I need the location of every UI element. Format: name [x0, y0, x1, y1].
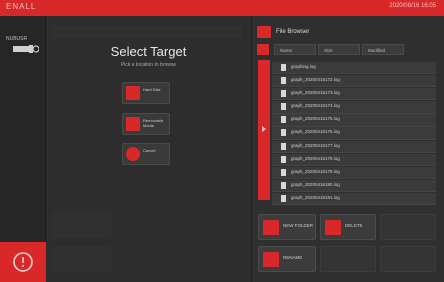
- background-button: [52, 246, 112, 272]
- list-item[interactable]: graph_20200416175.log: [272, 114, 436, 127]
- harddisk-button[interactable]: Hard Disk: [122, 82, 170, 104]
- disabled-button: [320, 246, 376, 272]
- close-icon: [126, 147, 140, 161]
- power-icon: [13, 252, 33, 272]
- file-list: graphing.log graph_20200416172.log graph…: [272, 62, 436, 206]
- new-folder-label: NEW FOLDER: [283, 223, 314, 228]
- disabled-button: [380, 246, 436, 272]
- list-item[interactable]: graph_20200416179.log: [272, 166, 436, 180]
- rename-icon: [263, 252, 279, 267]
- file-icon: [281, 64, 286, 71]
- file-name: graph_20200416181.log: [291, 194, 340, 200]
- list-item[interactable]: graph_20200416180.log: [272, 179, 436, 193]
- list-item[interactable]: graph_20200416174.log: [272, 101, 436, 114]
- list-item[interactable]: graph_20200416181.log: [272, 192, 436, 206]
- file-icon: [281, 168, 286, 176]
- trash-icon: [325, 220, 341, 235]
- tab-modified[interactable]: Modified: [362, 44, 404, 55]
- file-icon: [281, 181, 286, 189]
- file-name: graph_20200416175.log: [291, 116, 340, 122]
- file-name: graph_20200416174.log: [291, 103, 340, 109]
- file-icon: [281, 90, 286, 98]
- delete-label: DELETE: [345, 223, 363, 228]
- tab-size[interactable]: Size: [318, 44, 360, 55]
- file-name: graph_20200416172.log: [291, 77, 340, 83]
- list-item[interactable]: graph_20200416178.log: [272, 153, 436, 166]
- folder-icon: [257, 26, 271, 38]
- disabled-button: [380, 214, 436, 240]
- file-icon: [281, 194, 286, 202]
- file-name: graph_20200416178.log: [291, 155, 340, 161]
- list-item[interactable]: graph_20200416177.log: [272, 140, 436, 153]
- file-icon: [281, 77, 286, 85]
- harddisk-icon: [126, 86, 140, 100]
- list-item[interactable]: graph_20200416172.log: [272, 75, 436, 88]
- file-icon: [281, 129, 286, 137]
- file-icon: [281, 116, 286, 124]
- removable-media-button[interactable]: Removable Media: [122, 113, 170, 135]
- list-item[interactable]: graphing.log: [272, 62, 436, 75]
- removable-media-label: Removable Media: [143, 118, 164, 128]
- rename-label: RENAME: [283, 255, 303, 260]
- dialog-subtitle: Pick a location to browse: [120, 62, 177, 68]
- usb-icon[interactable]: [13, 44, 39, 54]
- new-folder-icon: [263, 220, 279, 235]
- file-icon: [281, 142, 286, 150]
- tab-name[interactable]: Name: [274, 44, 316, 55]
- usb-label: NUBUSR: [6, 36, 28, 42]
- delete-button[interactable]: DELETE: [320, 214, 376, 240]
- new-folder-button[interactable]: NEW FOLDER: [258, 214, 316, 240]
- top-bar: [0, 0, 444, 16]
- file-browser-title: File Browser: [276, 29, 310, 35]
- list-item[interactable]: graph_20200416176.log: [272, 127, 436, 140]
- usb-drive-icon: [126, 117, 140, 131]
- harddisk-label: Hard Disk: [143, 87, 161, 92]
- file-name: graph_20200416180.log: [291, 181, 340, 187]
- app-title: ENALL: [6, 2, 37, 11]
- cancel-label: Cancel: [143, 148, 156, 153]
- file-icon: [281, 155, 286, 163]
- file-name: graph_20200416173.log: [291, 90, 340, 96]
- datetime-display: 2020/08/16 16:05: [389, 3, 436, 9]
- file-name: graph_20200416177.log: [291, 142, 340, 148]
- background-row: [52, 26, 242, 38]
- file-name: graph_20200416179.log: [291, 168, 340, 174]
- dialog-title: Select Target: [110, 44, 187, 59]
- file-name: graphing.log: [291, 64, 316, 69]
- file-name: graph_20200416176.log: [291, 129, 340, 135]
- cancel-button[interactable]: Cancel: [122, 143, 170, 165]
- chevron-right-icon: [262, 126, 266, 132]
- background-button: [52, 212, 112, 238]
- list-item[interactable]: graph_20200416173.log: [272, 88, 436, 101]
- home-icon[interactable]: [257, 44, 269, 55]
- rename-button[interactable]: RENAME: [258, 246, 316, 272]
- file-icon: [281, 103, 286, 111]
